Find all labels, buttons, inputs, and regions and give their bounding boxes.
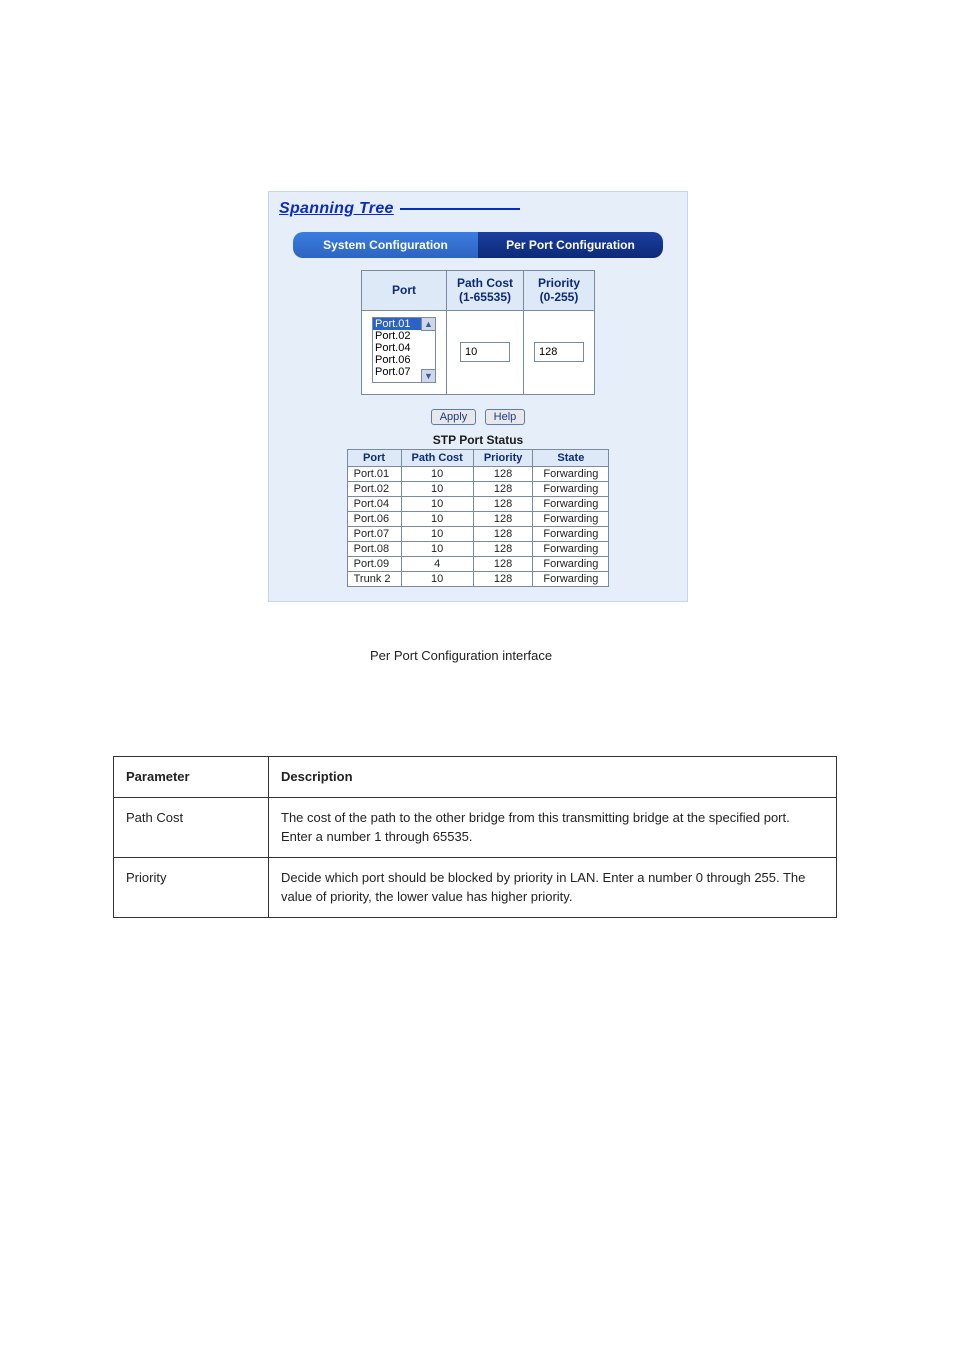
- priority-input[interactable]: [534, 342, 584, 362]
- desc-col-param: Parameter: [114, 757, 269, 798]
- desc-col-desc: Description: [269, 757, 837, 798]
- cell-state: Forwarding: [533, 496, 609, 511]
- cell-pathcost: 10: [401, 541, 473, 556]
- help-button[interactable]: Help: [485, 409, 526, 425]
- tab-system-configuration[interactable]: System Configuration: [293, 232, 478, 258]
- col-priority: Priority (0-255): [524, 271, 595, 311]
- cell-priority: 128: [473, 571, 533, 586]
- cell-state: Forwarding: [533, 511, 609, 526]
- cell-port: Trunk 2: [347, 571, 401, 586]
- tab-per-port-configuration[interactable]: Per Port Configuration: [478, 232, 663, 258]
- cell-port: Port.01: [347, 466, 401, 481]
- desc-cell: The cost of the path to the other bridge…: [269, 797, 837, 857]
- cell-state: Forwarding: [533, 466, 609, 481]
- cell-priority: 128: [473, 466, 533, 481]
- table-row: Port.0110128Forwarding: [347, 466, 609, 481]
- apply-button[interactable]: Apply: [431, 409, 477, 425]
- status-table: Port Path Cost Priority State Port.01101…: [347, 449, 610, 587]
- page-title: Spanning Tree: [279, 200, 394, 218]
- col-pathcost: Path Cost (1-65535): [446, 271, 523, 311]
- cell-port: Port.04: [347, 496, 401, 511]
- description-table-wrap: Parameter Description Path Cost The cost…: [113, 756, 837, 918]
- cell-priority: 128: [473, 541, 533, 556]
- table-row: Port.0410128Forwarding: [347, 496, 609, 511]
- desc-cell: Decide which port should be blocked by p…: [269, 857, 837, 917]
- table-row: Priority Decide which port should be blo…: [114, 857, 837, 917]
- cell-pathcost: 10: [401, 466, 473, 481]
- title-underline: [400, 208, 520, 210]
- cell-port: Port.06: [347, 511, 401, 526]
- cell-port: Port.08: [347, 541, 401, 556]
- port-option[interactable]: Port.02: [373, 330, 435, 342]
- cell-state: Forwarding: [533, 571, 609, 586]
- scroll-down-icon[interactable]: ▼: [421, 369, 436, 383]
- tab-bar: System Configuration Per Port Configurat…: [293, 232, 663, 258]
- status-col-pathcost: Path Cost: [401, 449, 473, 466]
- cell-port: Port.09: [347, 556, 401, 571]
- cell-priority: 128: [473, 526, 533, 541]
- param-cell: Path Cost: [114, 797, 269, 857]
- cell-state: Forwarding: [533, 526, 609, 541]
- table-row: Port.0210128Forwarding: [347, 481, 609, 496]
- cell-priority: 128: [473, 511, 533, 526]
- table-row: Port.0710128Forwarding: [347, 526, 609, 541]
- cell-port: Port.02: [347, 481, 401, 496]
- status-col-state: State: [533, 449, 609, 466]
- status-col-priority: Priority: [473, 449, 533, 466]
- table-row: Path Cost The cost of the path to the ot…: [114, 797, 837, 857]
- table-row: Port.0610128Forwarding: [347, 511, 609, 526]
- cell-state: Forwarding: [533, 481, 609, 496]
- table-row: Port.0810128Forwarding: [347, 541, 609, 556]
- cell-priority: 128: [473, 496, 533, 511]
- col-port: Port: [361, 271, 446, 311]
- cell-port: Port.07: [347, 526, 401, 541]
- figure-caption: Per Port Configuration interface: [370, 648, 552, 663]
- cell-state: Forwarding: [533, 541, 609, 556]
- cell-pathcost: 10: [401, 571, 473, 586]
- cell-priority: 128: [473, 556, 533, 571]
- cell-pathcost: 4: [401, 556, 473, 571]
- config-table: Port Path Cost (1-65535) Priority (0-255…: [361, 270, 595, 395]
- cell-pathcost: 10: [401, 496, 473, 511]
- cell-pathcost: 10: [401, 526, 473, 541]
- scroll-up-icon[interactable]: ▲: [421, 317, 436, 331]
- description-table: Parameter Description Path Cost The cost…: [113, 756, 837, 918]
- port-option[interactable]: Port.06: [373, 354, 435, 366]
- table-row: Port.094128Forwarding: [347, 556, 609, 571]
- param-cell: Priority: [114, 857, 269, 917]
- cell-pathcost: 10: [401, 481, 473, 496]
- port-option[interactable]: Port.04: [373, 342, 435, 354]
- status-col-port: Port: [347, 449, 401, 466]
- status-title: STP Port Status: [279, 433, 677, 447]
- cell-priority: 128: [473, 481, 533, 496]
- path-cost-input[interactable]: [460, 342, 510, 362]
- title-bar: Spanning Tree: [279, 200, 677, 218]
- cell-state: Forwarding: [533, 556, 609, 571]
- table-row: Trunk 210128Forwarding: [347, 571, 609, 586]
- button-row: Apply Help: [279, 407, 677, 425]
- cell-pathcost: 10: [401, 511, 473, 526]
- stp-panel: Spanning Tree System Configuration Per P…: [268, 191, 688, 602]
